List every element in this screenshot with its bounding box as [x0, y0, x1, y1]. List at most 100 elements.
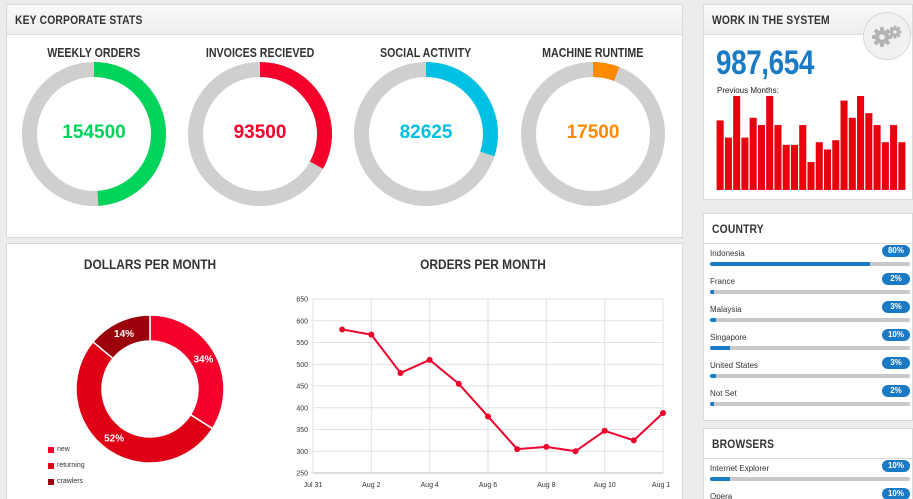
month-bar	[873, 125, 881, 190]
progress-fill	[710, 262, 870, 266]
item-name: Singapore	[710, 333, 747, 342]
month-bar	[790, 144, 799, 190]
work-total-value: 987,654	[716, 44, 814, 82]
percent-badge: 2%	[882, 273, 910, 285]
data-point	[630, 437, 637, 444]
previous-months-label: Previous Months:	[717, 86, 779, 95]
y-tick-label: 400	[296, 405, 308, 412]
progress-fill	[710, 477, 730, 481]
data-point	[339, 326, 346, 333]
legend-swatch	[48, 447, 54, 453]
item-name: Malaysia	[710, 305, 742, 314]
data-point	[426, 356, 433, 363]
item-name: Not Set	[710, 389, 737, 398]
panel-title: BROWSERS	[712, 437, 775, 451]
settings-button[interactable]	[863, 12, 911, 60]
progress-track	[710, 402, 910, 406]
x-tick-label: Aug 10	[594, 482, 616, 489]
x-tick-label: Aug 12	[652, 482, 670, 489]
panel-header: COUNTRY	[704, 214, 912, 244]
month-bar	[890, 125, 898, 190]
month-bar	[857, 96, 865, 190]
x-tick-label: Jul 31	[304, 482, 323, 489]
month-bar	[724, 137, 732, 190]
y-tick-label: 350	[296, 427, 308, 434]
month-bar	[898, 142, 906, 190]
data-point	[397, 369, 404, 376]
progress-fill	[710, 290, 714, 294]
month-bar	[807, 162, 815, 190]
panel-title: KEY CORPORATE STATS	[15, 13, 143, 27]
legend-label: returning	[57, 462, 85, 469]
data-point	[601, 427, 608, 434]
item-name: France	[710, 277, 735, 286]
x-tick-label: Aug 4	[421, 482, 439, 489]
month-bar	[840, 100, 848, 190]
percent-badge: 80%	[882, 245, 910, 257]
slice-label: 14%	[114, 329, 134, 340]
progress-track	[710, 346, 910, 350]
stat-value: 93500	[233, 122, 287, 143]
month-bar	[741, 137, 749, 190]
month-bar	[832, 140, 840, 190]
month-bar	[815, 142, 823, 190]
percent-badge: 10%	[882, 460, 910, 472]
item-name: United States	[710, 361, 759, 370]
percent-badge: 3%	[882, 301, 910, 313]
stat-value: 17500	[566, 122, 620, 143]
month-bar	[865, 113, 873, 190]
legend-label: new	[57, 446, 70, 453]
data-point	[543, 443, 550, 450]
legend-swatch	[48, 479, 54, 485]
y-tick-label: 250	[296, 471, 308, 478]
orders-line-chart: 250 300 350 400 450 500 550 600 650 Jul 31 Aug 2 Au…	[296, 297, 670, 490]
gear-icon	[872, 25, 902, 47]
panel-header: KEY CORPORATE STATS	[7, 5, 682, 35]
data-point	[572, 448, 579, 455]
month-bar	[766, 96, 774, 190]
legend-swatch	[48, 463, 54, 469]
y-tick-label: 550	[296, 340, 308, 347]
dollars-chart-title: DOLLARS PER MONTH	[83, 256, 217, 272]
donut-slice-new	[149, 314, 225, 430]
panel-title: COUNTRY	[712, 222, 764, 236]
slice-label: 34%	[193, 355, 213, 366]
progress-fill	[710, 346, 730, 350]
percent-badge: 3%	[882, 357, 910, 369]
panel-title: WORK IN THE SYSTEM	[712, 13, 830, 27]
progress-fill	[710, 402, 714, 406]
y-tick-label: 600	[296, 318, 308, 325]
progress-track	[710, 374, 910, 378]
month-bar	[799, 125, 807, 190]
item-name: Indonesia	[710, 249, 745, 258]
data-point	[485, 413, 491, 420]
item-name: Internet Explorer	[710, 464, 770, 473]
data-point	[368, 331, 375, 338]
month-bar	[881, 142, 889, 190]
panel-header: BROWSERS	[704, 429, 912, 459]
progress-track	[710, 477, 910, 481]
y-tick-label: 300	[296, 449, 308, 456]
month-bar	[774, 125, 782, 190]
orders-chart-title: ORDERS PER MONTH	[420, 256, 546, 272]
stat-value: 82625	[399, 122, 453, 143]
x-tick-label: Aug 6	[479, 482, 497, 489]
progress-fill	[710, 374, 716, 378]
month-bar	[782, 144, 790, 190]
stat-value: 154500	[62, 122, 126, 143]
progress-fill	[710, 318, 716, 322]
data-point	[660, 409, 666, 416]
slice-label: 52%	[104, 433, 124, 444]
progress-track	[710, 290, 910, 294]
x-tick-label: Aug 8	[537, 482, 555, 489]
month-bar	[733, 96, 741, 190]
month-bar	[716, 120, 724, 190]
month-bar	[757, 125, 765, 190]
dollars-donut-chart: 34% 52% 14%	[75, 314, 225, 464]
percent-badge: 10%	[882, 329, 910, 341]
month-bar	[823, 149, 832, 190]
previous-months-bar-chart	[716, 96, 906, 190]
y-tick-label: 450	[296, 384, 308, 391]
legend-label: crawlers	[57, 478, 84, 485]
percent-badge: 2%	[882, 385, 910, 397]
